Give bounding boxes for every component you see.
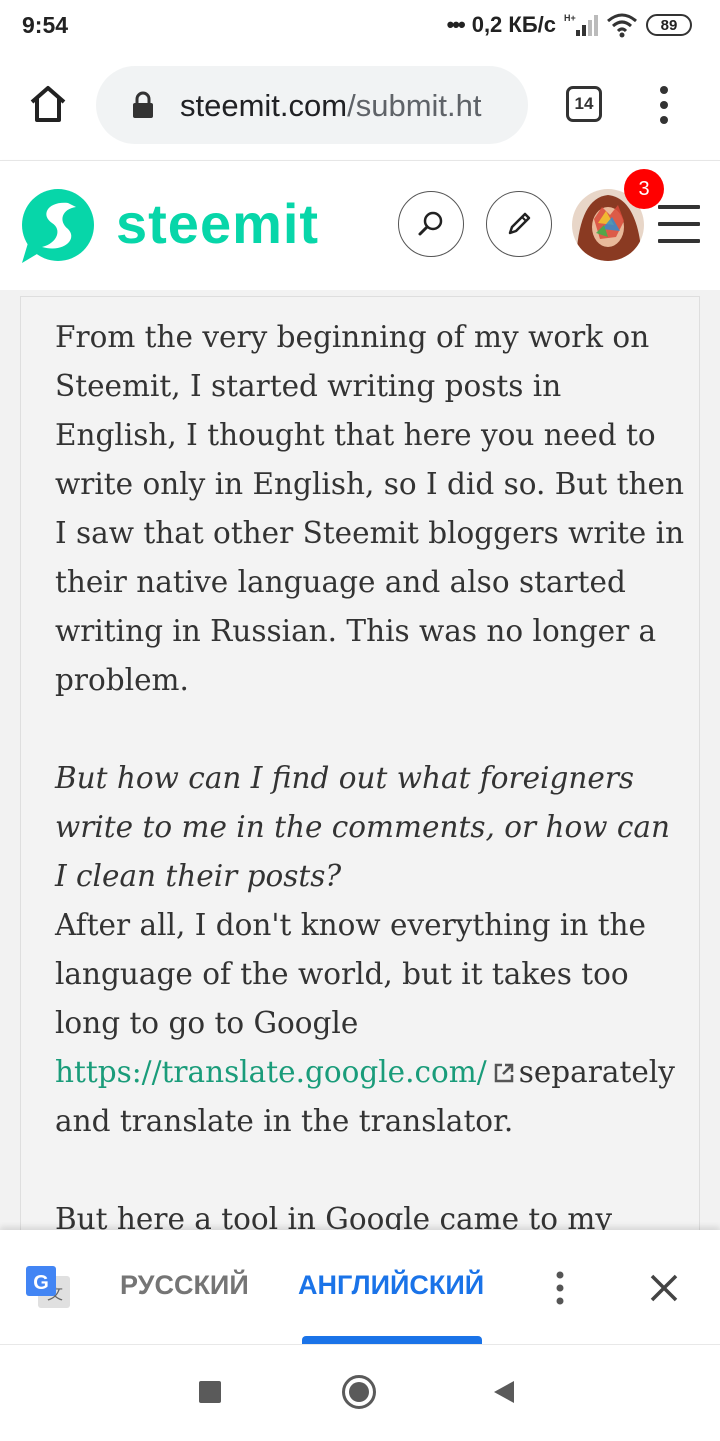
site-header: steemit 3 (0, 160, 720, 291)
post-paragraph-3: But here a tool in Google came to my (55, 1202, 613, 1230)
url-path: /submit.ht (347, 88, 482, 123)
signal-type-label: H+ (564, 13, 576, 23)
tab-source-language[interactable]: РУССКИЙ (120, 1270, 249, 1301)
url-text[interactable]: steemit.com/submit.ht (180, 88, 520, 124)
post-paragraph-2-start: After all, I don't know everything in th… (55, 908, 647, 1040)
status-time: 9:54 (22, 12, 69, 38)
steemit-logo-text[interactable]: steemit (116, 191, 319, 256)
post-paragraph-1: From the very beginning of my work on St… (55, 320, 685, 697)
search-icon (418, 211, 443, 236)
steemit-logo-icon[interactable] (18, 185, 98, 265)
address-bar[interactable]: steemit.com/submit.ht (96, 66, 528, 144)
svg-text:G: G (33, 1272, 49, 1294)
close-translate-button[interactable] (648, 1272, 680, 1304)
system-navigation-bar (0, 1344, 720, 1441)
tab-target-language[interactable]: АНГЛИЙСКИЙ (298, 1270, 484, 1301)
home-nav-icon[interactable] (341, 1374, 377, 1410)
pencil-icon (508, 212, 531, 235)
recent-apps-icon[interactable] (199, 1381, 221, 1403)
active-tab-indicator (302, 1336, 482, 1344)
more-vert-icon (556, 1271, 564, 1305)
article-area: From the very beginning of my work on St… (0, 290, 720, 1230)
more-vert-icon (660, 86, 668, 124)
url-domain: steemit.com (180, 88, 348, 123)
network-speed: 0,2 КБ/с (471, 12, 556, 37)
home-button[interactable] (24, 80, 72, 128)
status-indicators: ••• 0,2 КБ/с H+ 89 (447, 10, 692, 40)
close-icon (650, 1274, 678, 1302)
tab-switcher-button[interactable]: 14 (566, 86, 602, 122)
wifi-icon (606, 12, 638, 38)
google-translate-icon[interactable]: 文 G (24, 1264, 72, 1312)
google-translate-link[interactable]: https://translate.google.com/ (55, 1055, 487, 1089)
browser-toolbar: steemit.com/submit.ht 14 (0, 50, 720, 160)
translate-options-button[interactable] (548, 1270, 572, 1306)
home-icon (30, 86, 66, 122)
more-notifications-icon: ••• (446, 12, 466, 37)
browser-menu-button[interactable] (650, 84, 678, 126)
hamburger-menu-icon[interactable] (658, 205, 700, 245)
status-bar: 9:54 ••• 0,2 КБ/с H+ 89 (0, 0, 720, 50)
search-button[interactable] (398, 191, 464, 257)
post-preview-card: From the very beginning of my work on St… (20, 296, 700, 1230)
back-nav-icon[interactable] (492, 1379, 516, 1405)
battery-icon: 89 (646, 14, 692, 36)
lock-icon (133, 91, 153, 118)
post-question: But how can I find out what foreigners w… (55, 754, 685, 901)
notification-badge[interactable]: 3 (624, 169, 664, 209)
post-paragraph-2: After all, I don't know everything in th… (55, 901, 685, 1146)
cell-signal-icon: H+ (564, 12, 598, 38)
translate-bar: 文 G РУССКИЙ АНГЛИЙСКИЙ (0, 1230, 720, 1344)
post-body: From the very beginning of my work on St… (55, 313, 685, 1230)
write-post-button[interactable] (486, 191, 552, 257)
external-link-icon (494, 1063, 513, 1083)
post-question-text: But how can I find out what foreigners w… (55, 761, 670, 893)
